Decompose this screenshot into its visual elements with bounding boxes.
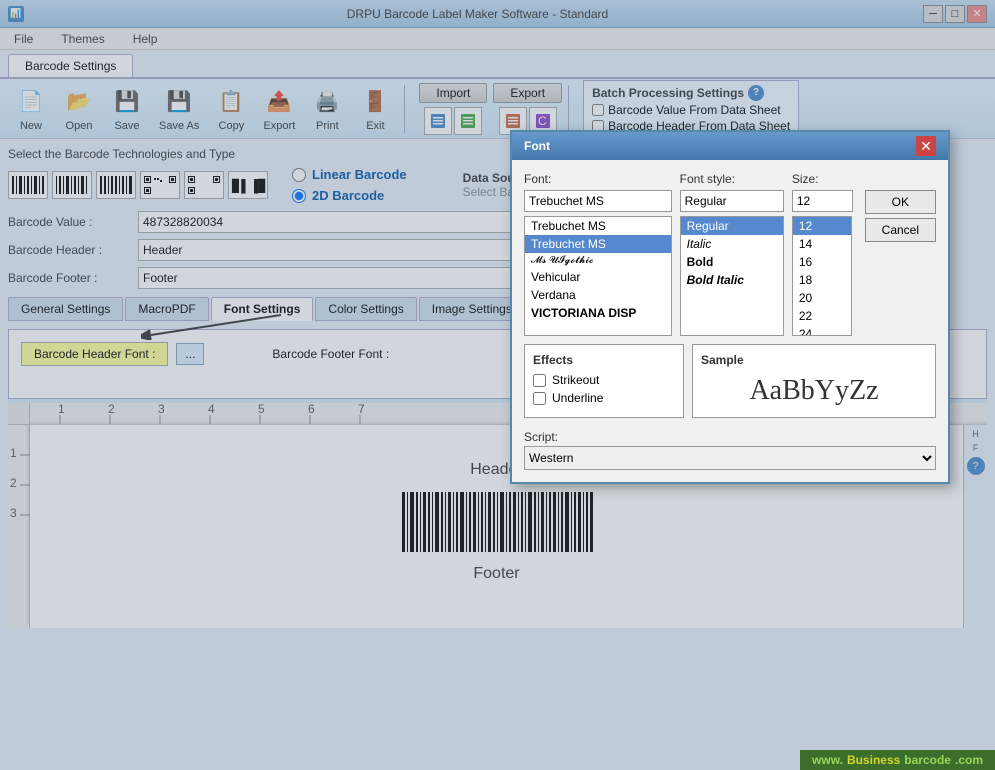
- sample-section: Sample AaBbYyZz: [692, 344, 936, 418]
- font-item-trebuchetms-2[interactable]: Trebuchet MS: [525, 235, 671, 253]
- font-item-vehicular[interactable]: Vehicular: [525, 268, 671, 286]
- font-label: Font:: [524, 172, 672, 186]
- font-item-trebuchetms-1[interactable]: Trebuchet MS: [525, 217, 671, 235]
- style-col: Font style: Regular Italic Bold Bold Ita…: [680, 172, 784, 336]
- underline-label: Underline: [552, 391, 603, 405]
- size-list[interactable]: 12 14 16 18 20 22 24: [792, 216, 852, 336]
- script-label: Script:: [524, 430, 936, 444]
- effects-title: Effects: [533, 353, 675, 367]
- dialog-title-text: Font: [524, 139, 550, 153]
- font-input[interactable]: [524, 190, 672, 212]
- underline-row: Underline: [533, 391, 675, 405]
- size-item-16[interactable]: 16: [793, 253, 851, 271]
- strikeout-checkbox[interactable]: [533, 374, 546, 387]
- size-item-14[interactable]: 14: [793, 235, 851, 253]
- size-input[interactable]: [792, 190, 853, 212]
- size-item-24[interactable]: 24: [793, 325, 851, 336]
- cancel-button[interactable]: Cancel: [865, 218, 936, 242]
- underline-checkbox[interactable]: [533, 392, 546, 405]
- script-section: Script: Western: [524, 430, 936, 470]
- dialog-title-bar: Font ✕: [512, 132, 948, 160]
- sample-text: AaBbYyZz: [701, 373, 927, 409]
- effects-section: Effects Strikeout Underline: [524, 344, 684, 418]
- style-item-regular[interactable]: Regular: [681, 217, 783, 235]
- dialog-close-button[interactable]: ✕: [916, 136, 936, 156]
- font-dialog: Font ✕ Font: Trebuchet MS Trebuchet MS 𝓜…: [510, 130, 950, 484]
- dialog-overlay: Font ✕ Font: Trebuchet MS Trebuchet MS 𝓜…: [0, 0, 995, 770]
- dialog-bottom-row: Effects Strikeout Underline Sample: [524, 344, 936, 418]
- font-item-verdana[interactable]: Verdana: [525, 286, 671, 304]
- strikeout-label: Strikeout: [552, 373, 599, 387]
- style-item-bold[interactable]: Bold: [681, 253, 783, 271]
- size-item-18[interactable]: 18: [793, 271, 851, 289]
- style-item-italic[interactable]: Italic: [681, 235, 783, 253]
- script-select[interactable]: Western: [524, 446, 936, 470]
- style-input[interactable]: [680, 190, 784, 212]
- main-window: 📊 DRPU Barcode Label Maker Software - St…: [0, 0, 995, 770]
- size-label: Size:: [792, 172, 853, 186]
- size-item-22[interactable]: 22: [793, 307, 851, 325]
- ok-button[interactable]: OK: [865, 190, 936, 214]
- dialog-buttons: OK Cancel: [865, 190, 936, 242]
- style-list[interactable]: Regular Italic Bold Bold Italic: [680, 216, 784, 336]
- strikeout-row: Strikeout: [533, 373, 675, 387]
- dialog-top-row: Font: Trebuchet MS Trebuchet MS 𝓜𝓼 𝓤𝓘𝓰𝓸𝓽…: [524, 172, 936, 336]
- size-item-12[interactable]: 12: [793, 217, 851, 235]
- sample-title: Sample: [701, 353, 927, 367]
- style-item-bold-italic[interactable]: Bold Italic: [681, 271, 783, 289]
- font-item-victoriana[interactable]: VICTORIANA DISP: [525, 304, 671, 322]
- size-item-20[interactable]: 20: [793, 289, 851, 307]
- style-label: Font style:: [680, 172, 784, 186]
- font-col: Font: Trebuchet MS Trebuchet MS 𝓜𝓼 𝓤𝓘𝓰𝓸𝓽…: [524, 172, 672, 336]
- font-item-symbols[interactable]: 𝓜𝓼 𝓤𝓘𝓰𝓸𝓽𝓱𝓲𝓬: [525, 253, 671, 268]
- font-list[interactable]: Trebuchet MS Trebuchet MS 𝓜𝓼 𝓤𝓘𝓰𝓸𝓽𝓱𝓲𝓬 Ve…: [524, 216, 672, 336]
- dialog-content: Font: Trebuchet MS Trebuchet MS 𝓜𝓼 𝓤𝓘𝓰𝓸𝓽…: [512, 160, 948, 482]
- size-col: Size: 12 14 16 18 20 22 24: [792, 172, 853, 336]
